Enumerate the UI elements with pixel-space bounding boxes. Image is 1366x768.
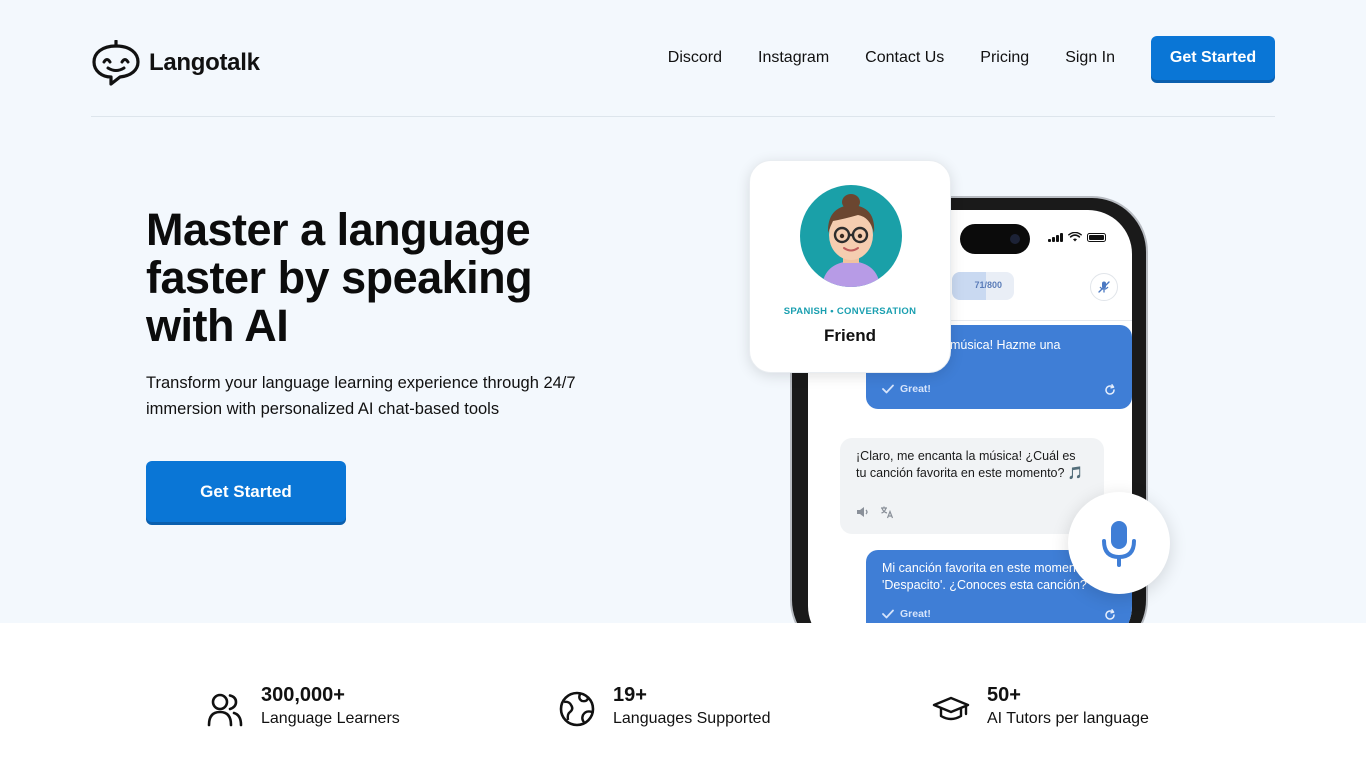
- tutor-tag: SPANISH • CONVERSATION: [783, 306, 917, 317]
- nav-link-instagram[interactable]: Instagram: [758, 49, 829, 67]
- tutor-card: SPANISH • CONVERSATION Friend: [749, 160, 951, 373]
- stat-number: 300,000+: [261, 684, 345, 706]
- chat-bubble-text: ¡Claro, me encanta la música! ¿Cuál es t…: [856, 449, 1084, 480]
- feedback-great: Great!: [882, 383, 931, 395]
- stat-number: 50+: [987, 684, 1021, 706]
- mute-mic-button[interactable]: [1090, 273, 1118, 301]
- hero-get-started-button[interactable]: Get Started: [146, 461, 346, 522]
- mic-off-icon: [1098, 281, 1110, 293]
- tutor-name: Friend: [824, 326, 876, 345]
- microphone-button[interactable]: [1068, 492, 1170, 594]
- speaker-icon[interactable]: [856, 506, 870, 518]
- retry-icon[interactable]: [1104, 384, 1116, 396]
- brand-name: Langotalk: [149, 49, 260, 76]
- check-icon: [882, 384, 894, 394]
- chat-bubble-text: música! Hazme una: [950, 338, 1061, 352]
- nav-link-discord[interactable]: Discord: [668, 49, 722, 67]
- stat-label: AI Tutors per language: [987, 710, 1149, 727]
- nav-link-pricing[interactable]: Pricing: [980, 49, 1029, 67]
- users-icon: [207, 693, 243, 727]
- check-icon: [882, 609, 894, 619]
- translate-icon[interactable]: [880, 505, 894, 519]
- hero-subline: Transform your language learning experie…: [146, 374, 576, 418]
- top-nav: Langotalk Discord Instagram Contact Us P…: [91, 36, 1275, 86]
- status-bar: [1048, 232, 1106, 242]
- stat-tutors: 50+ AI Tutors per language: [932, 682, 1149, 730]
- stat-label: Language Learners: [261, 710, 400, 727]
- signal-icon: [1048, 232, 1063, 242]
- graduation-cap-icon: [932, 696, 970, 721]
- progress-pill: 71/800: [952, 272, 1014, 300]
- nav-links: Discord Instagram Contact Us Pricing Sig…: [668, 36, 1275, 80]
- retry-icon[interactable]: [1104, 609, 1116, 621]
- chat-bubble-text-line1: Mi canción favorita en este momen: [882, 561, 1076, 575]
- nav-link-contact[interactable]: Contact Us: [865, 49, 944, 67]
- battery-icon: [1086, 232, 1106, 242]
- tutor-avatar: [800, 185, 902, 287]
- wifi-icon: [1067, 232, 1082, 242]
- nav-divider: [91, 116, 1275, 117]
- feedback-label: Great!: [900, 383, 931, 395]
- hero-headline: Master a language faster by speaking wit…: [146, 204, 533, 351]
- feedback-great: Great!: [882, 608, 931, 620]
- chat-bubble-text-line2: 'Despacito'. ¿Conoces esta canción?: [882, 578, 1087, 592]
- dynamic-island: [960, 224, 1030, 254]
- microphone-icon: [1102, 521, 1136, 567]
- logo-icon: [92, 40, 140, 86]
- stat-learners: 300,000+ Language Learners: [206, 682, 400, 730]
- nav-get-started-button[interactable]: Get Started: [1151, 36, 1275, 80]
- feedback-label: Great!: [900, 608, 931, 620]
- ai-bubble-actions: [856, 505, 894, 519]
- stat-languages: 19+ Languages Supported: [558, 682, 770, 730]
- stat-label: Languages Supported: [613, 710, 771, 727]
- chat-bubble-ai: ¡Claro, me encanta la música! ¿Cuál es t…: [840, 438, 1104, 534]
- progress-text: 71/800: [974, 280, 1002, 290]
- stat-number: 19+: [613, 684, 647, 706]
- brand-logo[interactable]: Langotalk: [91, 40, 260, 86]
- globe-icon: [559, 691, 595, 727]
- camera-icon: [1010, 234, 1020, 244]
- nav-link-sign-in[interactable]: Sign In: [1065, 49, 1115, 67]
